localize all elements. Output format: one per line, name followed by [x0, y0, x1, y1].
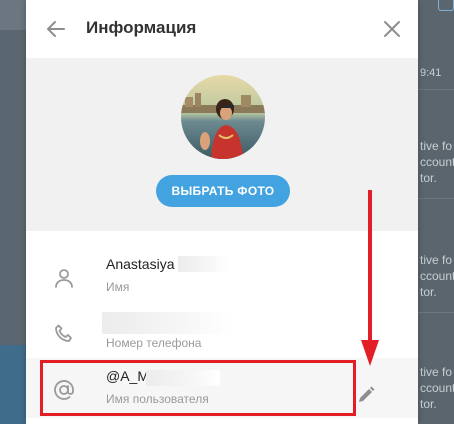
background-time: 9:41: [420, 67, 442, 79]
background-text: tor.: [420, 397, 437, 411]
background-left-header: [0, 0, 26, 30]
phone-redaction: [102, 312, 232, 334]
close-icon: [384, 21, 400, 37]
annotation-arrow-icon: [361, 190, 379, 366]
background-divider: [418, 198, 454, 199]
background-text: tor.: [420, 171, 437, 185]
background-selected-chat: [0, 345, 26, 424]
pencil-icon: [359, 386, 375, 402]
name-label: Имя: [106, 280, 130, 294]
phone-icon: [55, 324, 72, 342]
background-divider: [418, 312, 454, 313]
edit-username-button[interactable]: [356, 385, 376, 405]
background-right-panel: 9:41 tive fo ccount tor. tive fo ccount …: [418, 0, 454, 424]
avatar-image: [181, 75, 265, 159]
avatar[interactable]: [181, 75, 265, 159]
background-text: tor.: [420, 285, 437, 299]
background-divider: [418, 89, 454, 90]
name-redaction: [178, 256, 228, 272]
phone-label: Номер телефона: [106, 336, 202, 350]
choose-photo-button[interactable]: ВЫБРАТЬ ФОТО: [156, 175, 290, 207]
background-text: tive fo: [420, 139, 453, 153]
background-text: tive fo: [420, 365, 453, 379]
dialog-header: Информация: [26, 0, 418, 58]
person-icon: [55, 269, 73, 288]
background-corner-icon: [438, 0, 454, 11]
background-text: ccount: [420, 269, 454, 283]
background-text: ccount: [420, 381, 454, 395]
close-button[interactable]: [380, 17, 404, 41]
background-text: ccount: [420, 155, 454, 169]
name-value: Anastasiya: [106, 256, 175, 272]
dialog-title: Информация: [86, 18, 197, 37]
arrow-left-icon: [47, 21, 65, 37]
username-highlight-box: [40, 360, 356, 416]
back-button[interactable]: [44, 17, 68, 41]
background-text: tive fo: [420, 253, 453, 267]
